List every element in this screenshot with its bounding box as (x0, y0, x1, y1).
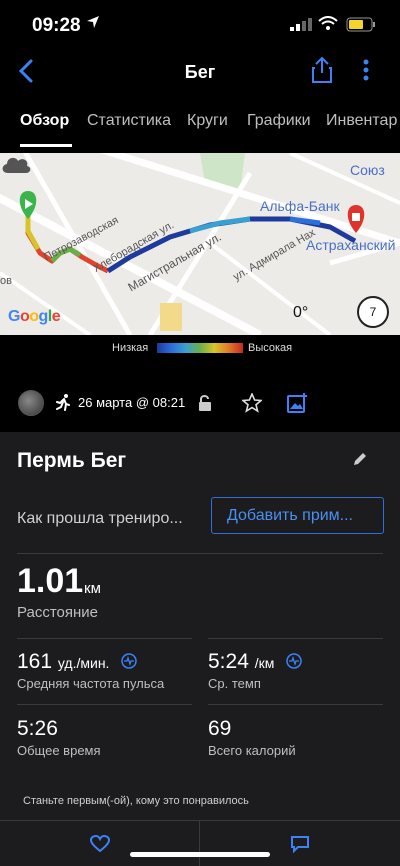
legend-gradient (157, 343, 243, 353)
tab-charts[interactable]: Графики (247, 112, 311, 130)
divider (208, 704, 383, 705)
weather-temperature: 0° (293, 304, 309, 321)
feel-prompt[interactable]: Как прошла трениро... (17, 510, 183, 528)
pace-value: 5:24 (208, 650, 249, 673)
activity-date: 26 марта @ 08:21 (78, 395, 186, 410)
poi-label: Альфа-Банк (260, 198, 340, 214)
distance-value: 1.01 (17, 562, 84, 600)
edit-pencil-icon[interactable] (352, 451, 368, 467)
like-heart-icon[interactable] (90, 835, 110, 853)
street-label: ов (0, 275, 12, 287)
divider (17, 638, 192, 639)
total-time-label: Общее время (17, 743, 101, 758)
legend-high-label: Высокая (248, 342, 293, 354)
share-icon[interactable] (310, 56, 334, 84)
add-note-button[interactable]: Добавить прим... (211, 497, 384, 534)
cloud-icon (2, 157, 31, 173)
google-logo: Google (8, 308, 61, 325)
divider (199, 821, 200, 866)
nav-bar: Бег (0, 50, 400, 94)
activity-card: Пермь Бег Как прошла трениро... Добавить… (0, 432, 400, 866)
running-icon (56, 394, 70, 411)
wind-compass: 7 (357, 296, 389, 328)
tab-overview[interactable]: Обзор (20, 112, 69, 130)
tab-bar: Обзор Статистика Круги Графики Инвентар (0, 100, 400, 148)
pace-legend: Низкая Высокая (0, 338, 400, 358)
star-icon[interactable] (242, 393, 262, 413)
tab-laps[interactable]: Круги (187, 112, 228, 130)
pace-stat: 5:24 /км (208, 650, 274, 674)
heart-rate-label: Средняя частота пульса (17, 676, 165, 691)
activity-meta: 26 марта @ 08:21 (0, 385, 400, 421)
page-title: Бег (184, 62, 216, 82)
bottom-action-bar (0, 820, 400, 866)
pace-label: Ср. темп (208, 676, 261, 691)
more-vertical-icon[interactable] (362, 58, 370, 82)
tab-gear[interactable]: Инвентар (326, 112, 397, 130)
avatar[interactable] (18, 390, 44, 416)
pace-chart-icon[interactable] (286, 653, 302, 669)
total-time-value: 5:26 (17, 717, 58, 740)
legend-low-label: Низкая (112, 342, 149, 354)
status-time: 09:28 (32, 15, 81, 36)
tab-stats[interactable]: Статистика (87, 112, 171, 130)
poi-label: Астраханский (306, 237, 396, 253)
wifi-icon (318, 16, 338, 30)
pulse-chart-icon[interactable] (121, 653, 137, 669)
route-map[interactable]: Петрозаводская Хлеборадская ул. Магистра… (0, 153, 400, 335)
comment-icon[interactable] (290, 835, 310, 853)
divider (208, 638, 383, 639)
home-indicator (130, 852, 270, 857)
status-bar: 09:28 (0, 0, 400, 50)
signal-icon (290, 18, 312, 31)
divider (17, 553, 383, 554)
poi-label: Союз (350, 162, 385, 178)
distance-label: Расстояние (17, 604, 99, 621)
calories-value: 69 (208, 717, 232, 740)
divider (17, 704, 192, 705)
heart-rate-stat: 161 уд./мин. (17, 650, 109, 674)
active-tab-indicator (20, 144, 72, 147)
battery-icon (346, 17, 375, 32)
pace-unit: /км (254, 655, 275, 671)
location-arrow-icon (87, 16, 99, 28)
first-like-text: Станьте первым(-ой), кому это понравилос… (23, 795, 249, 807)
distance-unit: км (84, 580, 101, 597)
activity-title: Пермь Бег (17, 449, 127, 472)
add-photo-icon[interactable] (286, 392, 308, 414)
calories-label: Всего калорий (208, 743, 296, 758)
heart-rate-unit: уд./мин. (57, 655, 110, 671)
unlock-icon[interactable] (198, 394, 212, 412)
heart-rate-value: 161 (17, 650, 53, 673)
